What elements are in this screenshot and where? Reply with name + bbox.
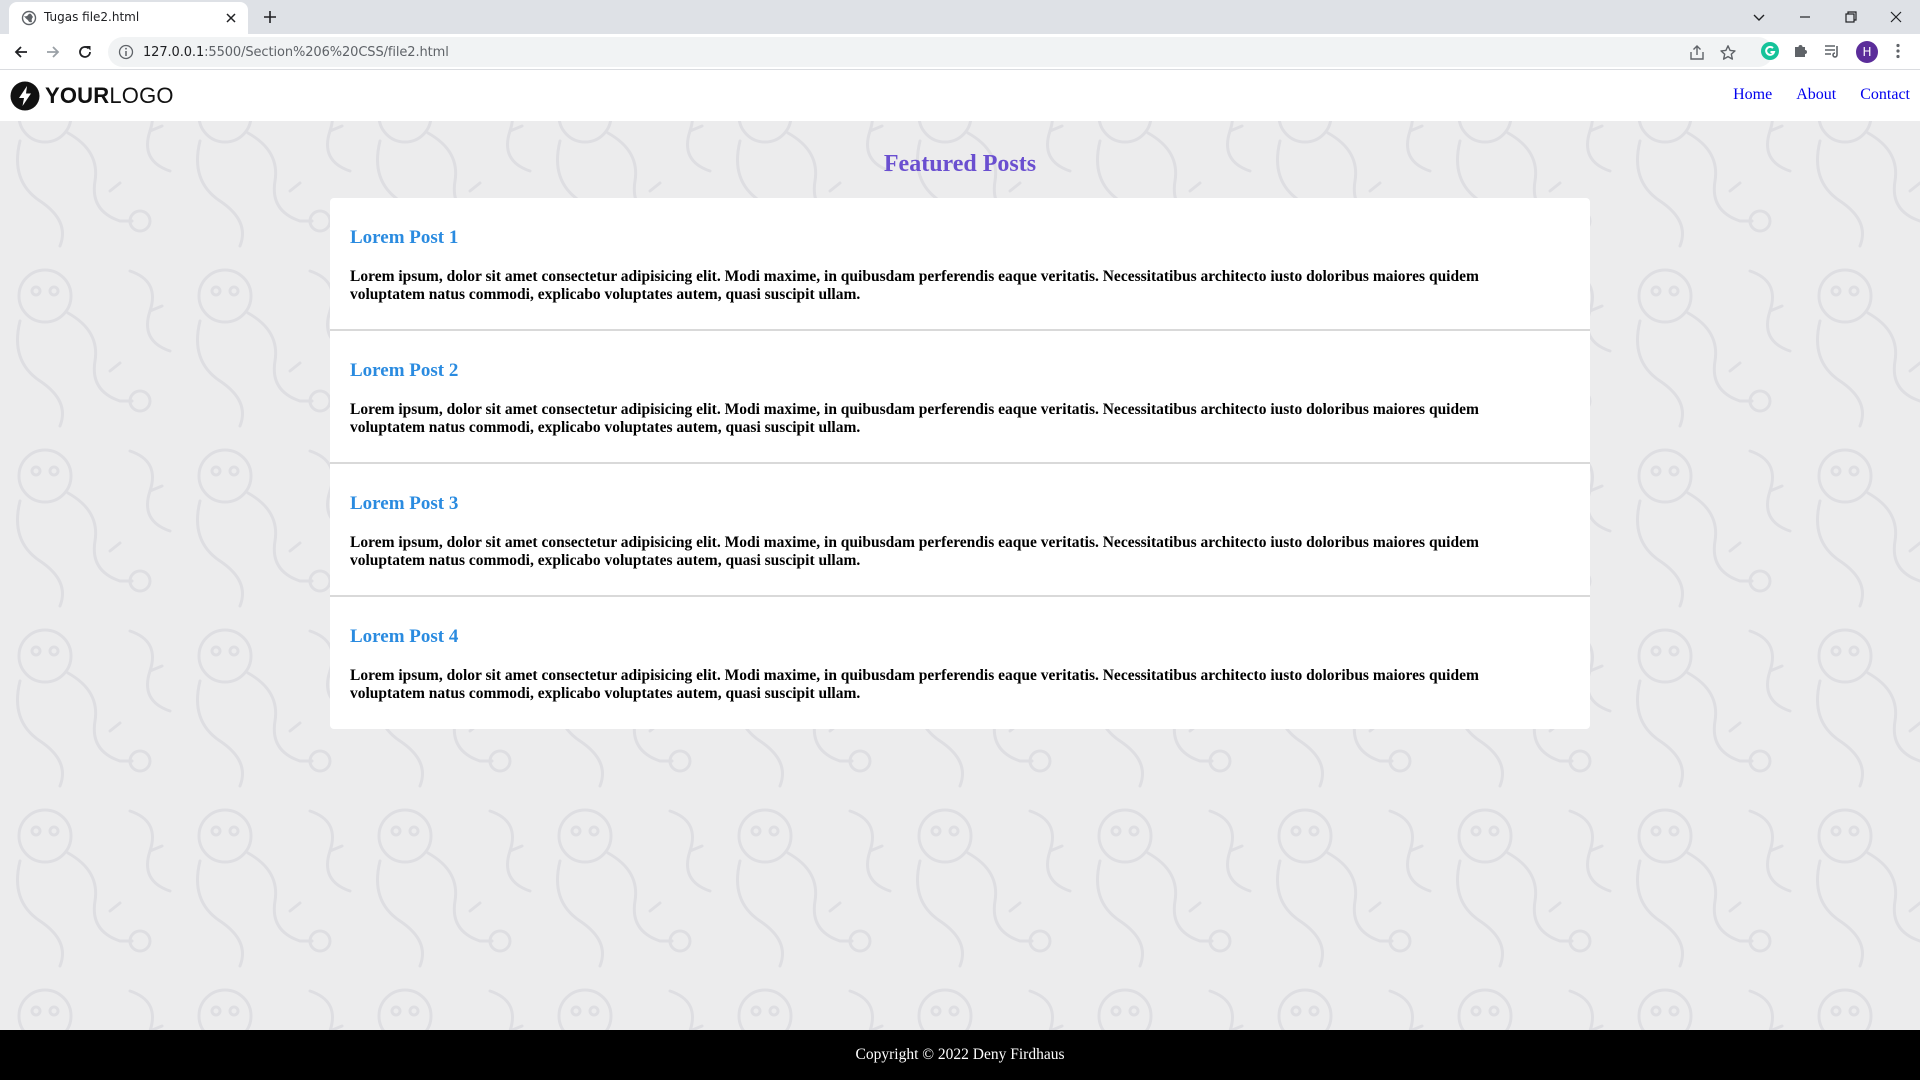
- address-bar[interactable]: 127.0.0.1:5500/Section%206%20CSS/file2.h…: [108, 37, 1773, 67]
- close-window-icon[interactable]: [1886, 7, 1906, 27]
- post-card: Lorem Post 1 Lorem ipsum, dolor sit amet…: [330, 198, 1590, 331]
- profile-avatar[interactable]: H: [1856, 41, 1878, 63]
- reading-list-icon[interactable]: [1822, 41, 1842, 61]
- posts-list: Lorem Post 1 Lorem ipsum, dolor sit amet…: [330, 198, 1590, 729]
- nav-link-home[interactable]: Home: [1733, 86, 1772, 104]
- post-body: Lorem ipsum, dolor sit amet consectetur …: [350, 268, 1479, 303]
- url-host: 127.0.0.1: [143, 45, 205, 60]
- main-nav: Home About Contact: [1733, 86, 1910, 104]
- browser-tab-active[interactable]: Tugas file2.html: [9, 2, 248, 34]
- reload-icon[interactable]: [75, 42, 95, 62]
- share-icon[interactable]: [1688, 44, 1706, 62]
- browser-toolbar: 127.0.0.1:5500/Section%206%20CSS/file2.h…: [0, 34, 1920, 70]
- site-logo[interactable]: YOURLOGO: [10, 80, 174, 112]
- site-header: YOURLOGO Home About Contact: [0, 71, 1920, 121]
- post-title[interactable]: Lorem Post 1: [350, 227, 1570, 249]
- post-title[interactable]: Lorem Post 4: [350, 626, 1570, 648]
- arrow-right-icon[interactable]: [43, 42, 63, 62]
- kebab-menu-icon[interactable]: [1888, 41, 1908, 61]
- globe-icon: [21, 10, 37, 26]
- minimize-icon[interactable]: [1795, 7, 1815, 27]
- star-icon[interactable]: [1719, 44, 1737, 62]
- logo-text-bold: YOUR: [45, 83, 110, 108]
- logo-text: YOURLOGO: [45, 83, 174, 109]
- close-icon[interactable]: [224, 11, 238, 25]
- post-body: Lorem ipsum, dolor sit amet consectetur …: [350, 667, 1479, 702]
- restore-icon[interactable]: [1841, 7, 1861, 27]
- lightning-bolt-icon: [10, 81, 40, 111]
- post-card: Lorem Post 2 Lorem ipsum, dolor sit amet…: [330, 331, 1590, 464]
- site-footer: Copyright © 2022 Deny Firdhaus: [0, 1030, 1920, 1080]
- post-card: Lorem Post 4 Lorem ipsum, dolor sit amet…: [330, 597, 1590, 729]
- browser-tab-strip: Tugas file2.html: [0, 0, 1920, 34]
- tab-title: Tugas file2.html: [44, 10, 140, 24]
- puzzle-icon[interactable]: [1791, 41, 1811, 61]
- post-title[interactable]: Lorem Post 3: [350, 493, 1570, 515]
- nav-link-about[interactable]: About: [1796, 86, 1836, 104]
- logo-text-light: LOGO: [109, 83, 174, 108]
- nav-link-contact[interactable]: Contact: [1860, 86, 1910, 104]
- post-body: Lorem ipsum, dolor sit amet consectetur …: [350, 534, 1479, 569]
- post-body: Lorem ipsum, dolor sit amet consectetur …: [350, 401, 1479, 436]
- arrow-left-icon[interactable]: [11, 42, 31, 62]
- plus-icon[interactable]: [262, 9, 278, 25]
- post-title[interactable]: Lorem Post 2: [350, 360, 1570, 382]
- info-icon[interactable]: [118, 44, 134, 60]
- tab-search-chevron-icon[interactable]: [1749, 7, 1769, 27]
- page-viewport: YOURLOGO Home About Contact Featured Pos…: [0, 71, 1920, 1080]
- grammarly-icon[interactable]: [1760, 41, 1780, 61]
- address-url[interactable]: 127.0.0.1:5500/Section%206%20CSS/file2.h…: [143, 45, 449, 60]
- section-title: Featured Posts: [883, 151, 1037, 177]
- post-card: Lorem Post 3 Lorem ipsum, dolor sit amet…: [330, 464, 1590, 597]
- url-path: :5500/Section%206%20CSS/file2.html: [204, 45, 449, 60]
